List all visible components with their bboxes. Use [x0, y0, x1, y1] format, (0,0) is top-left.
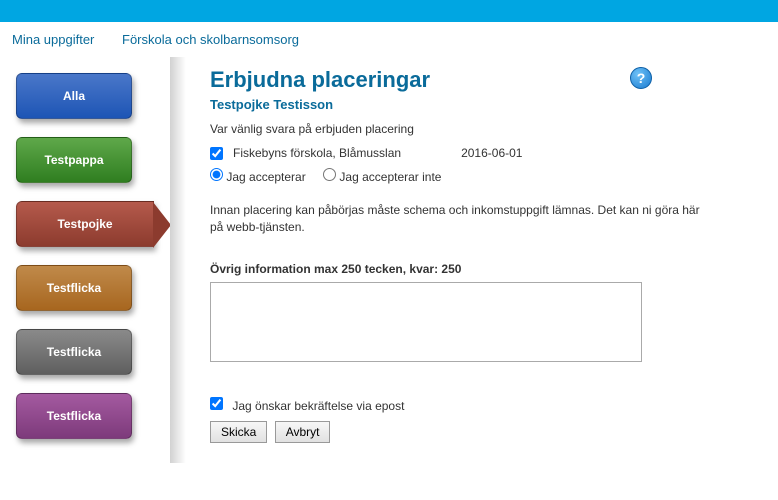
offer-checkbox[interactable] [210, 147, 223, 160]
help-icon[interactable]: ? [630, 67, 652, 89]
confirm-checkbox[interactable] [210, 397, 223, 410]
sidebar-item-label: Testpappa [44, 153, 103, 167]
offer-row: Fiskebyns förskola, Blåmusslan 2016-06-0… [210, 146, 758, 160]
top-color-bar [0, 0, 778, 22]
accept-yes-radio[interactable] [210, 168, 223, 181]
accept-yes-label[interactable]: Jag accepterar [210, 170, 309, 184]
sidebar-item-testflicka-3[interactable]: Testflicka [16, 393, 132, 439]
sidebar-item-testflicka-1[interactable]: Testflicka [16, 265, 132, 311]
child-name: Testpojke Testisson [210, 97, 758, 112]
sidebar-item-label: Testflicka [47, 409, 101, 423]
confirm-row: Jag önskar bekräftelse via epost [210, 397, 758, 413]
extra-info-textarea[interactable] [210, 282, 642, 362]
nav-mina-uppgifter[interactable]: Mina uppgifter [12, 32, 94, 47]
send-button[interactable]: Skicka [210, 421, 267, 443]
placement-note: Innan placering kan påbörjas måste schem… [210, 202, 710, 236]
confirm-label-wrap[interactable]: Jag önskar bekräftelse via epost [210, 399, 404, 413]
offer-name: Fiskebyns förskola, Blåmusslan [233, 146, 401, 160]
sidebar-item-testpappa[interactable]: Testpappa [16, 137, 132, 183]
page-title: Erbjudna placeringar [210, 67, 758, 93]
sidebar-item-testflicka-2[interactable]: Testflicka [16, 329, 132, 375]
accept-no-text: Jag accepterar inte [339, 170, 441, 184]
button-row: Skicka Avbryt [210, 421, 758, 443]
content-panel: ? Erbjudna placeringar Testpojke Testiss… [170, 67, 778, 463]
sidebar-item-testpojke[interactable]: Testpojke [16, 201, 154, 247]
sidebar-item-alla[interactable]: Alla [16, 73, 132, 119]
nav-forskola[interactable]: Förskola och skolbarnsomsorg [122, 32, 299, 47]
accept-yes-text: Jag accepterar [226, 170, 305, 184]
sidebar-item-label: Alla [63, 89, 85, 103]
top-nav: Mina uppgifter Förskola och skolbarnsoms… [0, 22, 778, 47]
cancel-button[interactable]: Avbryt [275, 421, 331, 443]
sidebar: Alla Testpappa Testpojke Testflicka Test… [0, 67, 170, 463]
sidebar-item-label: Testpojke [57, 217, 112, 231]
extra-info-label: Övrig information max 250 tecken, kvar: … [210, 262, 758, 276]
sidebar-item-label: Testflicka [47, 345, 101, 359]
accept-no-label[interactable]: Jag accepterar inte [323, 170, 441, 184]
instruction-text: Var vänlig svara på erbjuden placering [210, 122, 758, 136]
confirm-label: Jag önskar bekräftelse via epost [232, 399, 404, 413]
offer-date: 2016-06-01 [461, 146, 522, 160]
sidebar-item-label: Testflicka [47, 281, 101, 295]
accept-radio-group: Jag accepterar Jag accepterar inte [210, 168, 758, 184]
accept-no-radio[interactable] [323, 168, 336, 181]
